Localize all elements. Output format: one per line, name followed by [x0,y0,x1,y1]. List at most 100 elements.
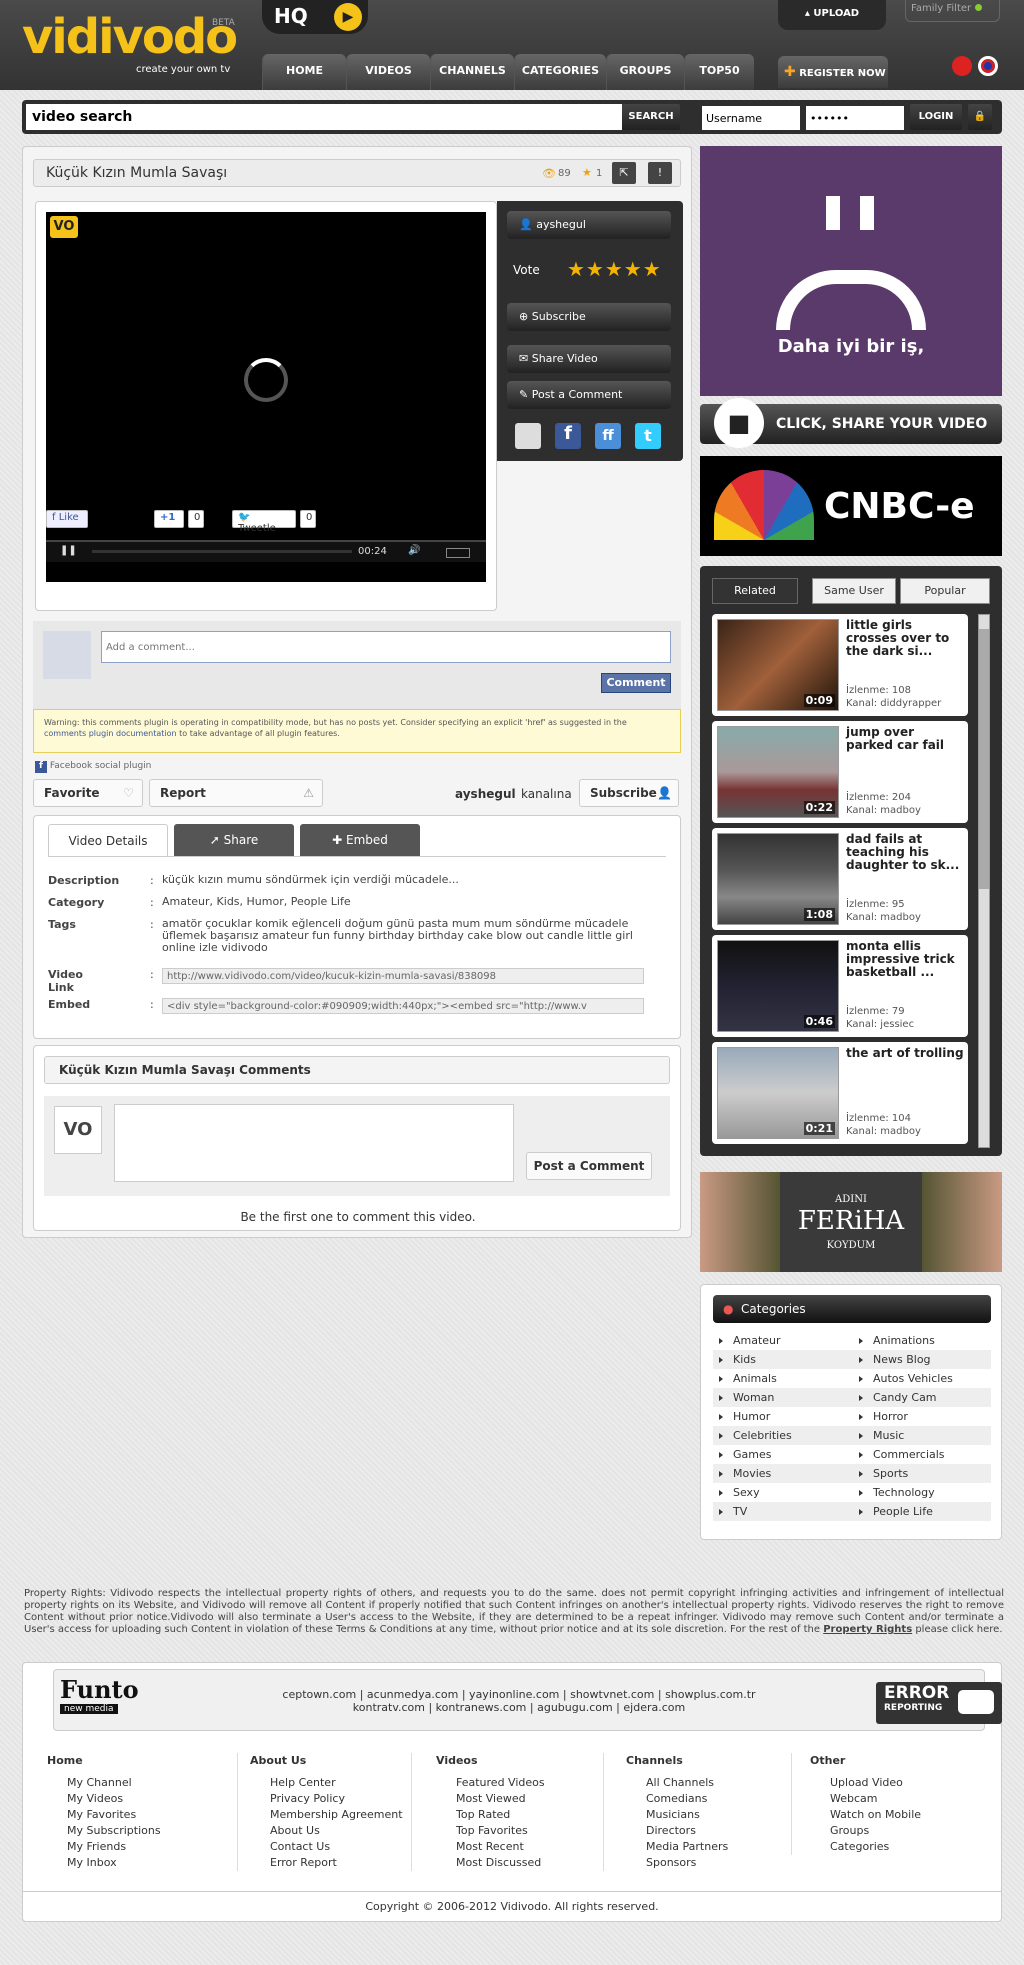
english-flag-icon[interactable] [978,56,998,76]
tab-related[interactable]: Related [712,578,798,604]
footer-link[interactable]: Upload Video [810,1775,971,1791]
partner-sites-line2[interactable]: kontratv.com | kontranews.com | agubugu.… [54,1701,984,1714]
info-icon[interactable]: ! [648,162,672,184]
category-link[interactable]: Games [713,1445,843,1464]
hq-button[interactable]: HQ ▶ [262,0,368,34]
category-link[interactable]: Horror [853,1407,983,1426]
partner-sites[interactable]: ceptown.com | acunmedya.com | yayinonlin… [54,1688,984,1714]
favorite-button[interactable]: Favorite ♡ [33,779,143,807]
footer-link[interactable]: Directors [626,1823,783,1839]
related-scrollbar[interactable] [978,614,990,1148]
category-value[interactable]: Amateur, Kids, Humor, People Life [162,896,652,908]
category-link[interactable]: Sports [853,1464,983,1483]
video-thumbnail[interactable]: 1:08 [717,833,839,925]
footer-link[interactable]: Error Report [250,1855,417,1871]
nav-categories[interactable]: CATEGORIES [514,54,606,90]
scroll-thumb[interactable] [979,629,989,889]
login-button[interactable]: LOGIN [910,104,962,130]
category-link[interactable]: People Life [853,1502,983,1521]
category-link[interactable]: Commercials [853,1445,983,1464]
related-title[interactable]: monta ellis impressive trick basketball … [846,940,964,979]
channel-owner-name[interactable]: ayshegul [455,787,516,801]
post-comment-submit-button[interactable]: Post a Comment [526,1152,652,1180]
related-title[interactable]: the art of trolling [846,1047,964,1060]
category-link[interactable]: Celebrities [713,1426,843,1445]
category-link[interactable]: Animals [713,1369,843,1388]
plugin-docs-link[interactable]: comments plugin documentation [44,729,177,738]
report-button[interactable]: Report ⚠ [149,779,323,807]
channel-name[interactable]: Kanal: madboy [846,804,921,817]
list-item[interactable]: 0:22 jump over parked car fail İzlenme: … [712,721,968,823]
nav-channels[interactable]: CHANNELS [430,54,514,90]
related-title[interactable]: dad fails at teaching his daughter to sk… [846,833,964,872]
footer-link[interactable]: My Subscriptions [47,1823,227,1839]
category-link[interactable]: Kids [713,1350,843,1369]
username-field[interactable] [702,106,800,130]
footer-link[interactable]: Groups [810,1823,971,1839]
facebook-comment-input[interactable] [101,631,671,663]
footer-heading[interactable]: Other [810,1753,971,1769]
footer-heading[interactable]: Channels [626,1753,783,1769]
footer-link[interactable]: Comedians [626,1791,783,1807]
category-link[interactable]: Autos Vehicles [853,1369,983,1388]
channel-subscribe-button[interactable]: Subscribe 👤 [579,779,679,807]
comment-submit-button[interactable]: Comment [601,673,671,693]
tags-value[interactable]: amatör çocuklar komik eğlenceli doğum gü… [162,918,652,954]
family-filter-toggle[interactable]: Family Filter [905,0,1000,22]
cnbc-ad-banner[interactable]: CNBC-e [700,456,1002,556]
footer-link[interactable]: Most Recent [436,1839,591,1855]
tab-video-details[interactable]: Video Details [48,824,168,856]
list-item[interactable]: 1:08 dad fails at teaching his daughter … [712,828,968,930]
footer-link[interactable]: My Friends [47,1839,227,1855]
video-thumbnail[interactable]: 0:22 [717,726,839,818]
nav-home[interactable]: HOME [262,54,346,90]
footer-link[interactable]: Top Rated [436,1807,591,1823]
facebook-like-button[interactable]: f Like [46,510,88,528]
footer-link[interactable]: Featured Videos [436,1775,591,1791]
embed-code-field[interactable] [162,998,644,1014]
video-thumbnail[interactable]: 0:21 [717,1047,839,1139]
job-ad-banner[interactable]: Daha iyi bir iş, [700,146,1002,396]
footer-link[interactable]: Top Favorites [436,1823,591,1839]
channel-name[interactable]: Kanal: madboy [846,911,921,924]
email-share-icon[interactable] [515,423,541,449]
channel-name[interactable]: Kanal: jessiec [846,1018,914,1031]
list-item[interactable]: 0:09 little girls crosses over to the da… [712,614,968,716]
channel-name[interactable]: Kanal: madboy [846,1125,921,1138]
subscribe-button[interactable]: ⊕ Subscribe [507,303,671,331]
search-button[interactable]: SEARCH [622,104,680,130]
nav-groups[interactable]: GROUPS [606,54,684,90]
footer-link[interactable]: Contact Us [250,1839,417,1855]
category-link[interactable]: Music [853,1426,983,1445]
post-comment-button[interactable]: ✎ Post a Comment [507,381,671,409]
footer-link[interactable]: Webcam [810,1791,971,1807]
fullscreen-icon[interactable] [446,548,470,558]
register-button[interactable]: ✚ REGISTER NOW [778,56,888,88]
tab-same-user[interactable]: Same User [812,578,896,604]
comment-textarea[interactable] [114,1104,514,1182]
category-link[interactable]: Amateur [713,1331,843,1350]
tab-share[interactable]: ➚ Share [174,824,294,856]
footer-link[interactable]: My Favorites [47,1807,227,1823]
twitter-share-icon[interactable]: t [635,423,661,449]
rating-stars-icon[interactable]: ★★★★★ [567,257,662,281]
footer-link[interactable]: Media Partners [626,1839,783,1855]
turkish-flag-icon[interactable] [952,56,972,76]
vidivodo-logo[interactable]: vidivodo [22,12,238,62]
property-rights-link[interactable]: Property Rights [823,1624,912,1635]
plusone-button[interactable]: +1 [154,510,184,528]
footer-link[interactable]: Musicians [626,1807,783,1823]
progress-bar[interactable] [92,550,352,553]
video-link-field[interactable] [162,968,644,984]
related-title[interactable]: little girls crosses over to the dark si… [846,619,964,658]
tab-embed[interactable]: ✚ Embed [300,824,420,856]
share-video-banner[interactable]: ■ CLICK, SHARE YOUR VIDEO [700,398,1002,448]
category-link[interactable]: Technology [853,1483,983,1502]
video-thumbnail[interactable]: 0:46 [717,940,839,1032]
password-field[interactable] [806,106,904,130]
partner-sites-line1[interactable]: ceptown.com | acunmedya.com | yayinonlin… [54,1688,984,1701]
friendfeed-share-icon[interactable]: ff [595,423,621,449]
footer-link[interactable]: Help Center [250,1775,417,1791]
footer-link[interactable]: My Videos [47,1791,227,1807]
feriha-ad-banner[interactable]: ADINI FERiHA KOYDUM [700,1172,1002,1272]
